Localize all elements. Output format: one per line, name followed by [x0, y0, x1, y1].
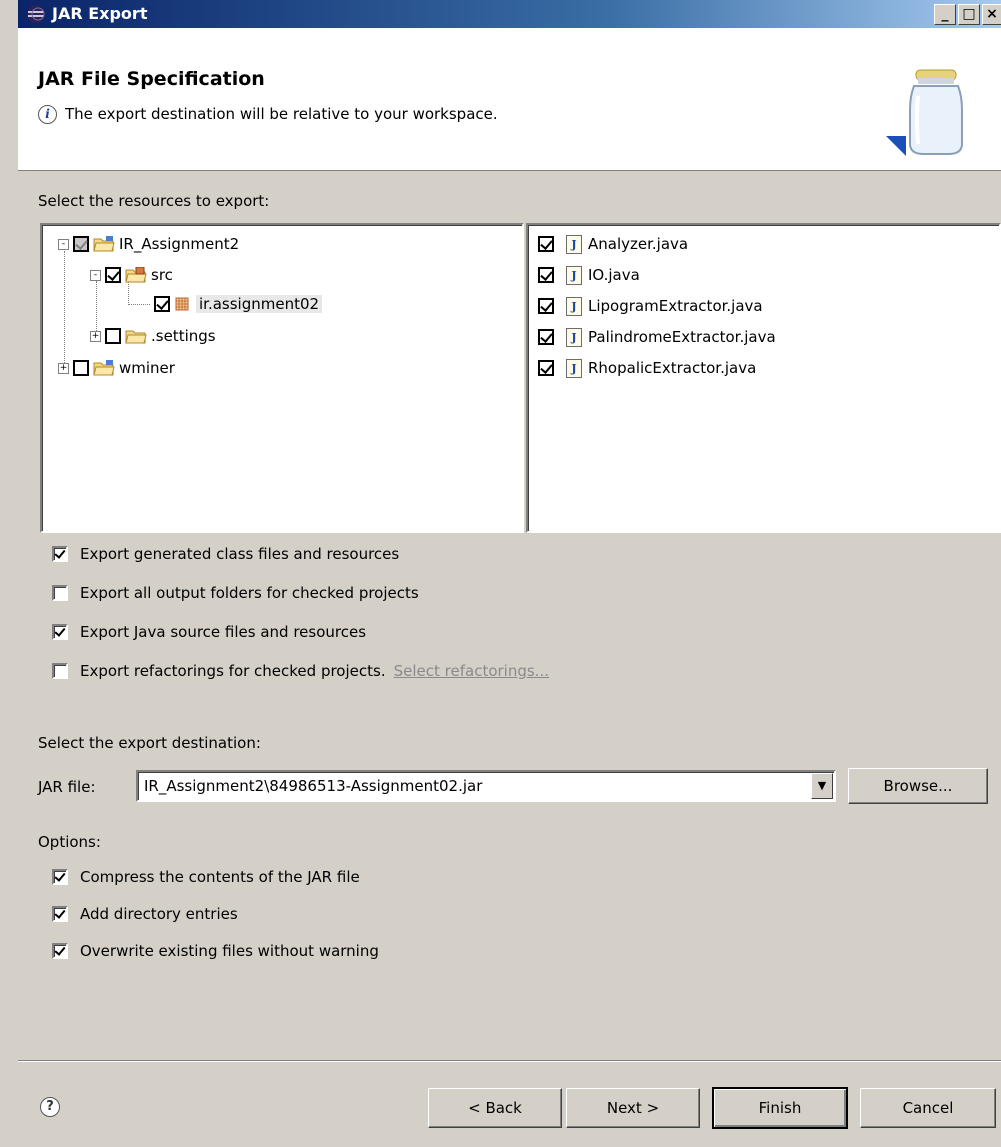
file-label: RhopalicExtractor.java: [588, 359, 757, 377]
info-message-text: The export destination will be relative …: [65, 105, 498, 123]
footer-separator: [18, 1060, 1001, 1062]
tree-item-ir-assignment2[interactable]: - IR_Assignment2: [58, 231, 239, 257]
file-list[interactable]: J Analyzer.java J IO.java J LipogramExtr…: [526, 223, 1001, 533]
project-folder-icon: [93, 360, 115, 376]
finish-button[interactable]: Finish: [712, 1087, 848, 1129]
checkbox[interactable]: [73, 236, 89, 252]
collapse-icon[interactable]: -: [90, 269, 101, 281]
destination-label: Select the export destination:: [38, 734, 261, 752]
option-label: Export refactorings for checked projects…: [80, 662, 386, 680]
java-file-icon: J: [566, 234, 582, 254]
tree-item-settings[interactable]: + .settings: [90, 323, 216, 349]
tree-item-src[interactable]: - src: [90, 262, 173, 288]
resources-label: Select the resources to export:: [38, 192, 270, 210]
back-button[interactable]: < Back: [428, 1088, 562, 1128]
file-item[interactable]: J IO.java: [538, 262, 640, 288]
title-bar[interactable]: JAR Export _ □ ×: [18, 0, 1001, 28]
checkbox[interactable]: [538, 236, 554, 252]
package-icon: [174, 296, 192, 312]
tree-line: [64, 251, 65, 367]
option-label: Export all output folders for checked pr…: [80, 584, 419, 602]
tree-item-label: .settings: [151, 327, 216, 345]
next-button[interactable]: Next >: [566, 1088, 700, 1128]
checkbox[interactable]: [52, 869, 68, 885]
tree-item-label: wminer: [119, 359, 175, 377]
jar-icon: [884, 66, 966, 166]
expand-icon[interactable]: +: [90, 330, 101, 342]
browse-button[interactable]: Browse...: [848, 768, 988, 804]
jar-file-label: JAR file:: [38, 778, 96, 796]
option-label: Add directory entries: [80, 905, 238, 923]
tree-line: [128, 304, 150, 305]
checkbox[interactable]: [538, 298, 554, 314]
option-label: Compress the contents of the JAR file: [80, 868, 360, 886]
checkbox[interactable]: [538, 360, 554, 376]
info-message: i The export destination will be relative…: [38, 105, 498, 124]
tree-item-wminer[interactable]: + wminer: [58, 355, 175, 381]
checkbox[interactable]: [52, 943, 68, 959]
checkbox[interactable]: [52, 546, 68, 562]
file-item[interactable]: J PalindromeExtractor.java: [538, 324, 776, 350]
checkbox[interactable]: [105, 328, 121, 344]
window-title: JAR Export: [52, 4, 148, 23]
jar-file-combo[interactable]: IR_Assignment2\84986513-Assignment02.jar…: [136, 770, 836, 802]
option-export-java-source[interactable]: Export Java source files and resources: [52, 623, 366, 641]
eclipse-icon: [26, 4, 46, 28]
close-button[interactable]: ×: [982, 4, 1001, 25]
tree-item-label: IR_Assignment2: [119, 235, 240, 253]
cancel-button[interactable]: Cancel: [860, 1088, 996, 1128]
checkbox[interactable]: [538, 329, 554, 345]
resource-tree[interactable]: - IR_Assignment2 - src ir.assignment02 +: [40, 223, 524, 533]
checkbox[interactable]: [105, 267, 121, 283]
checkbox[interactable]: [538, 267, 554, 283]
info-icon: i: [38, 105, 57, 124]
checkbox[interactable]: [52, 624, 68, 640]
tree-item-label: src: [151, 266, 173, 284]
chevron-down-icon[interactable]: ▼: [811, 773, 833, 799]
expand-icon[interactable]: +: [58, 362, 69, 374]
file-label: Analyzer.java: [588, 235, 689, 253]
file-label: PalindromeExtractor.java: [588, 328, 776, 346]
jar-file-value[interactable]: IR_Assignment2\84986513-Assignment02.jar: [144, 777, 482, 795]
java-file-icon: J: [566, 358, 582, 378]
option-label: Overwrite existing files without warning: [80, 942, 379, 960]
option-export-class-files[interactable]: Export generated class files and resourc…: [52, 545, 399, 563]
jar-export-dialog: JAR Export _ □ × JAR File Specification …: [18, 0, 1001, 1147]
option-directory-entries[interactable]: Add directory entries: [52, 905, 238, 923]
file-item[interactable]: J LipogramExtractor.java: [538, 293, 763, 319]
checkbox[interactable]: [73, 360, 89, 376]
tree-item-label: ir.assignment02: [196, 295, 323, 313]
file-label: LipogramExtractor.java: [588, 297, 763, 315]
java-file-icon: J: [566, 296, 582, 316]
file-label: IO.java: [588, 266, 640, 284]
collapse-icon[interactable]: -: [58, 238, 69, 250]
checkbox[interactable]: [154, 296, 170, 312]
option-label: Export Java source files and resources: [80, 623, 367, 641]
option-export-refactorings[interactable]: Export refactorings for checked projects…: [52, 662, 549, 680]
option-compress[interactable]: Compress the contents of the JAR file: [52, 868, 360, 886]
project-folder-icon: [93, 236, 115, 252]
file-item[interactable]: J RhopalicExtractor.java: [538, 355, 756, 381]
option-label: Export generated class files and resourc…: [80, 545, 400, 563]
file-item[interactable]: J Analyzer.java: [538, 231, 688, 257]
checkbox[interactable]: [52, 585, 68, 601]
minimize-button[interactable]: _: [934, 4, 956, 25]
checkbox[interactable]: [52, 906, 68, 922]
help-icon[interactable]: ?: [40, 1097, 60, 1117]
option-overwrite[interactable]: Overwrite existing files without warning: [52, 942, 379, 960]
select-refactorings-link[interactable]: Select refactorings...: [394, 662, 549, 680]
tree-item-ir-assignment02[interactable]: ir.assignment02: [154, 291, 323, 317]
maximize-button[interactable]: □: [958, 4, 980, 25]
page-title: JAR File Specification: [38, 68, 265, 90]
folder-icon: [125, 328, 147, 344]
option-export-output-folders[interactable]: Export all output folders for checked pr…: [52, 584, 419, 602]
java-file-icon: J: [566, 265, 582, 285]
options-label: Options:: [38, 833, 101, 851]
java-file-icon: J: [566, 327, 582, 347]
header-banner: JAR File Specification i The export desti…: [18, 28, 1001, 171]
checkbox[interactable]: [52, 663, 68, 679]
package-folder-icon: [125, 266, 147, 283]
